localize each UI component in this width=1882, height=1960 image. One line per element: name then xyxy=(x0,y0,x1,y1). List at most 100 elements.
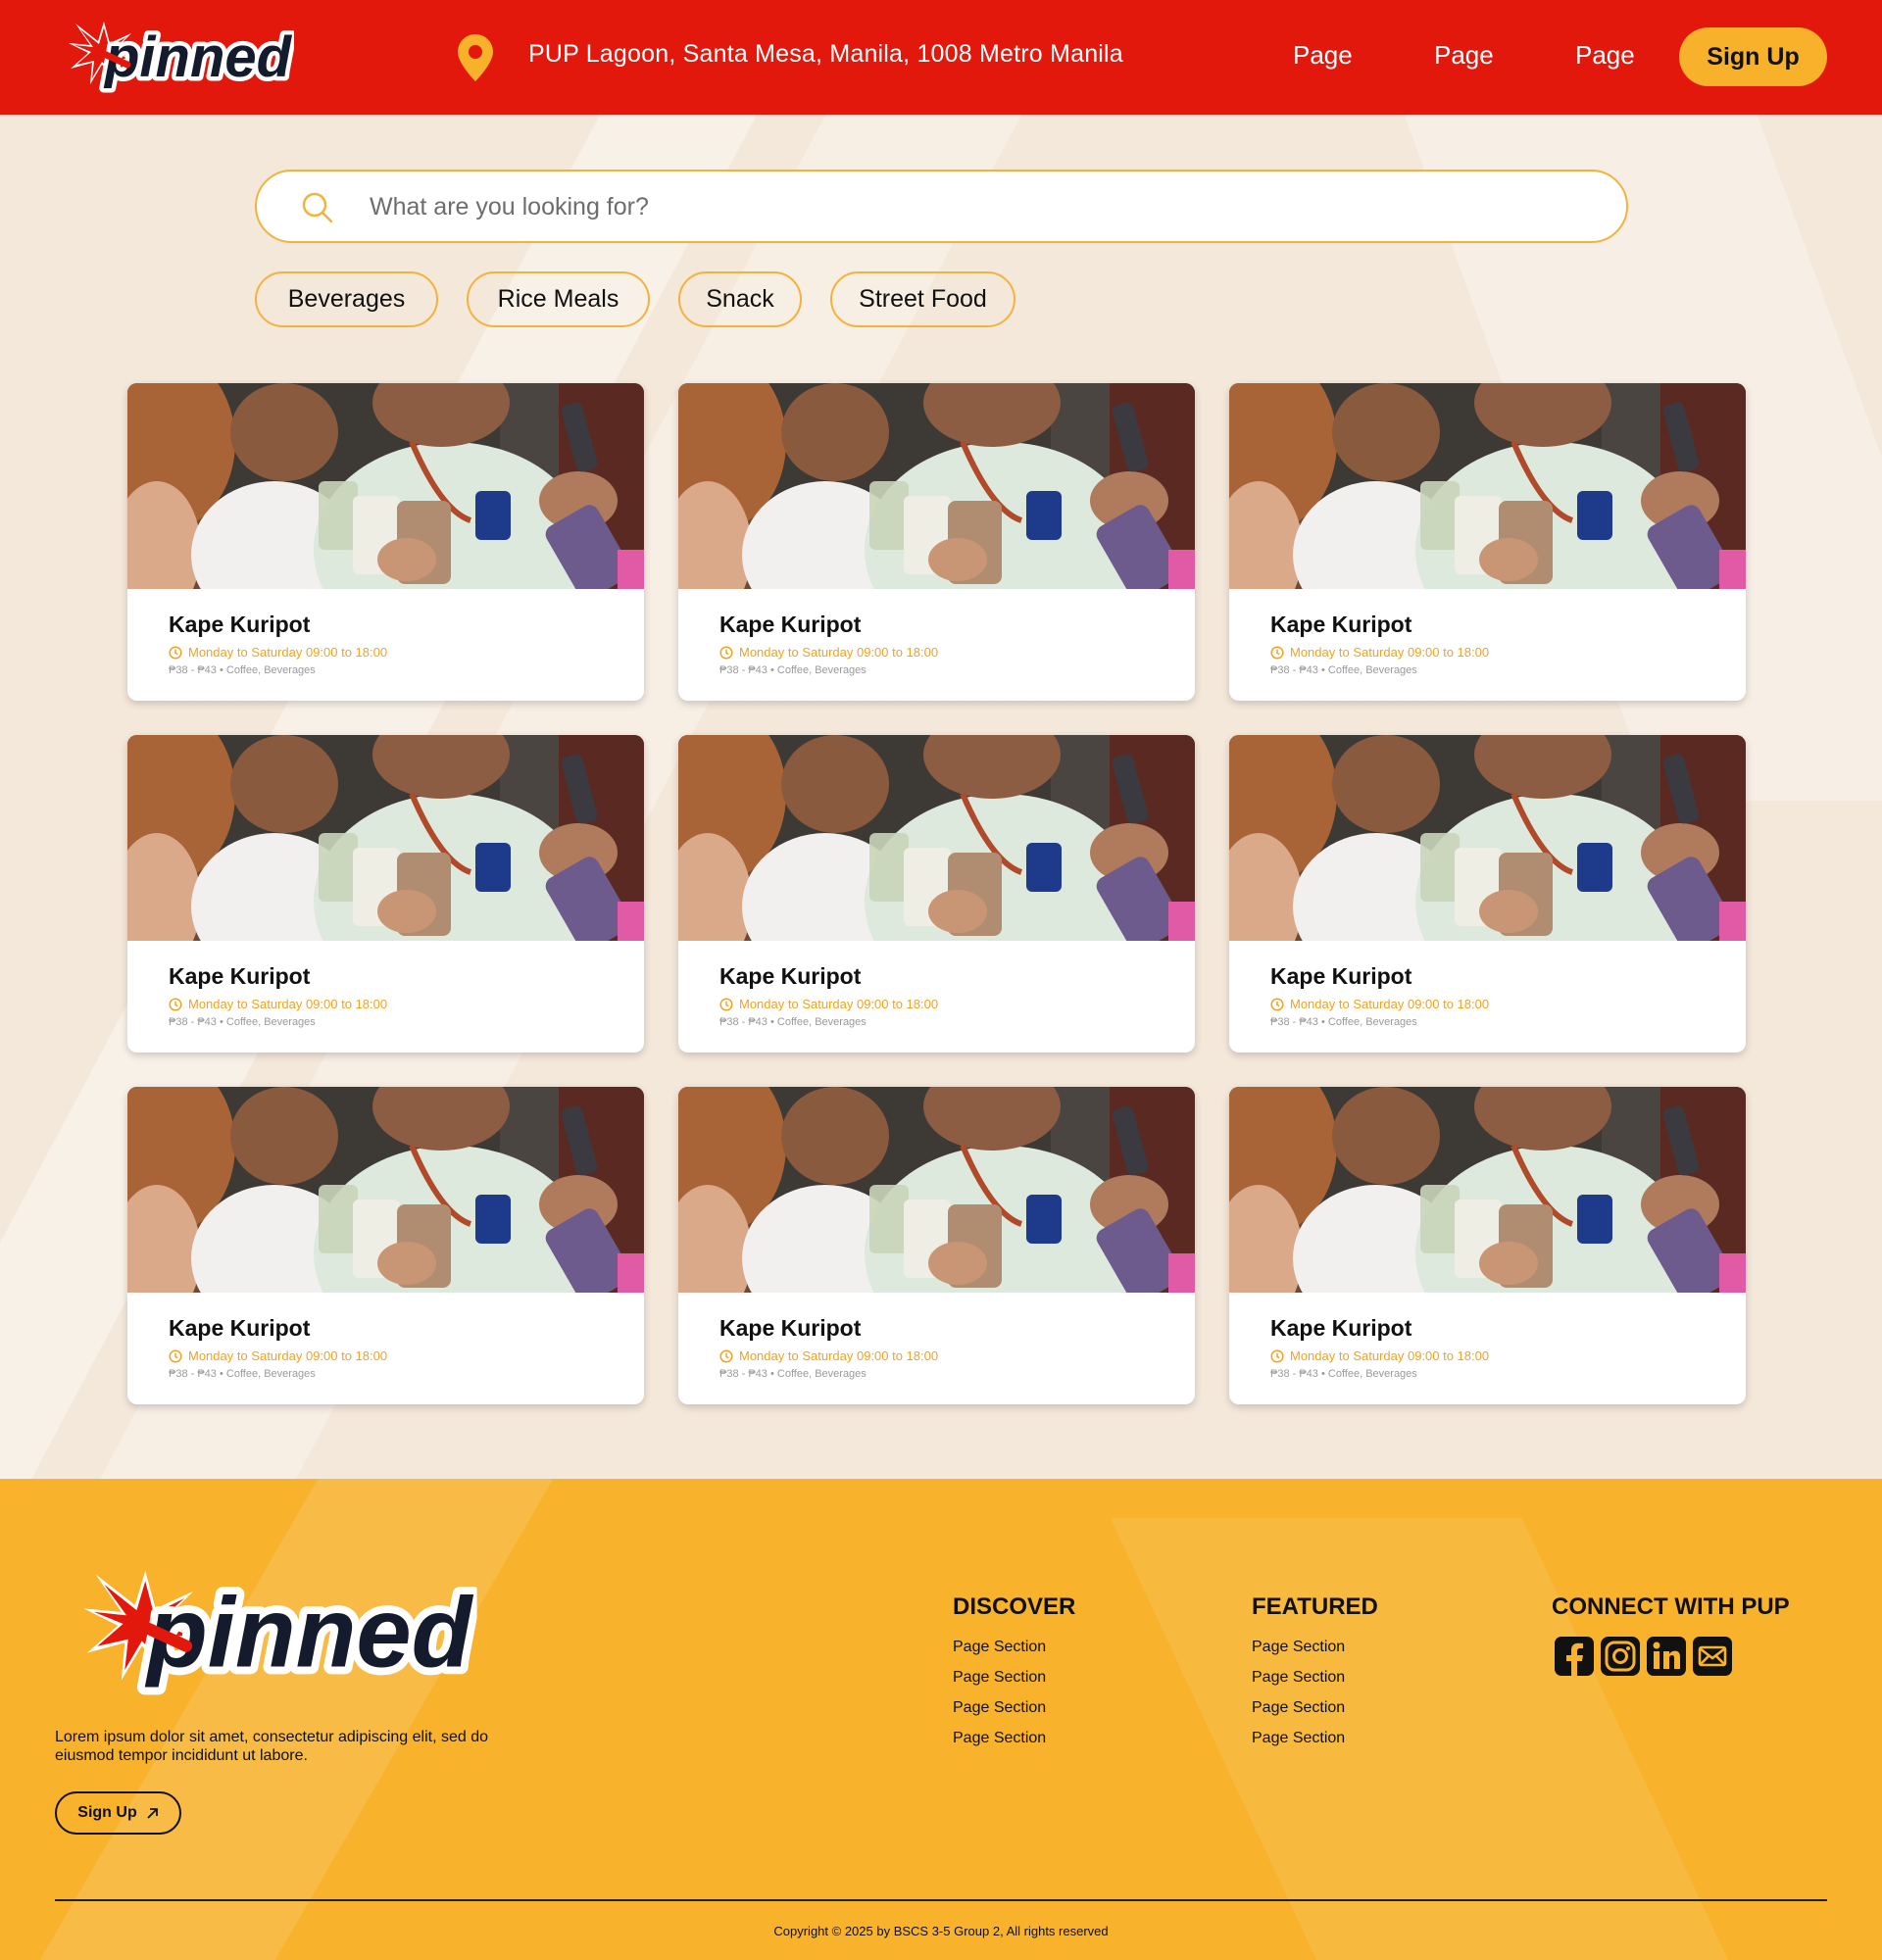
store-photo xyxy=(1229,735,1746,941)
store-photo xyxy=(127,735,644,941)
store-hours-text: Monday to Saturday 09:00 to 18:00 xyxy=(188,645,388,660)
store-price-tags: ₱38 - ₱43 • Coffee, Beverages xyxy=(1270,664,1417,676)
store-name: Kape Kuripot xyxy=(169,963,311,989)
store-hours: Monday to Saturday 09:00 to 18:00 xyxy=(1270,1348,1489,1363)
store-hours: Monday to Saturday 09:00 to 18:00 xyxy=(169,997,387,1011)
store-hours: Monday to Saturday 09:00 to 18:00 xyxy=(1270,997,1489,1011)
location-pin-icon xyxy=(458,34,493,81)
discover-link[interactable]: Page Section xyxy=(953,1699,1046,1717)
copyright-text: Copyright © 2025 by BSCS 3-5 Group 2, Al… xyxy=(773,1924,1109,1938)
discover-link[interactable]: Page Section xyxy=(953,1639,1046,1656)
search-bar[interactable] xyxy=(255,170,1628,243)
store-name: Kape Kuripot xyxy=(169,1315,311,1341)
footer-signup-label: Sign Up xyxy=(77,1804,137,1821)
discover-heading: DISCOVER xyxy=(953,1593,1076,1620)
linkedin-icon[interactable] xyxy=(1646,1636,1687,1677)
instagram-icon[interactable] xyxy=(1600,1636,1641,1677)
clock-icon xyxy=(1270,997,1284,1011)
discover-link[interactable]: Page Section xyxy=(953,1730,1046,1747)
footer-signup-button[interactable]: Sign Up xyxy=(55,1791,181,1835)
store-photo xyxy=(127,383,644,589)
clock-icon xyxy=(169,1348,182,1363)
store-price-tags: ₱38 - ₱43 • Coffee, Beverages xyxy=(719,1016,867,1028)
store-photo xyxy=(678,383,1195,589)
arrow-up-right-icon xyxy=(147,1807,158,1819)
store-card[interactable]: Kape Kuripot Monday to Saturday 09:00 to… xyxy=(678,735,1195,1053)
store-price-tags: ₱38 - ₱43 • Coffee, Beverages xyxy=(169,1016,316,1028)
search-input[interactable] xyxy=(370,183,1585,230)
store-name: Kape Kuripot xyxy=(719,963,862,989)
store-price-tags: ₱38 - ₱43 • Coffee, Beverages xyxy=(719,1368,867,1380)
store-name: Kape Kuripot xyxy=(1270,612,1412,637)
pinned-logo[interactable] xyxy=(69,14,294,98)
search-icon xyxy=(302,192,333,223)
clock-icon xyxy=(169,997,182,1011)
store-name: Kape Kuripot xyxy=(719,612,862,637)
store-card[interactable]: Kape Kuripot Monday to Saturday 09:00 to… xyxy=(127,1087,644,1404)
store-photo xyxy=(1229,1087,1746,1293)
store-card[interactable]: Kape Kuripot Monday to Saturday 09:00 to… xyxy=(1229,1087,1746,1404)
store-card[interactable]: Kape Kuripot Monday to Saturday 09:00 to… xyxy=(127,383,644,701)
store-photo xyxy=(678,735,1195,941)
clock-icon xyxy=(719,1348,733,1363)
site-footer: Lorem ipsum dolor sit amet, consectetur … xyxy=(0,1479,1882,1960)
featured-heading: FEATURED xyxy=(1252,1593,1378,1620)
store-hours-text: Monday to Saturday 09:00 to 18:00 xyxy=(739,997,939,1011)
store-hours-text: Monday to Saturday 09:00 to 18:00 xyxy=(1290,645,1490,660)
category-chip-snack[interactable]: Snack xyxy=(678,271,802,327)
store-price-tags: ₱38 - ₱43 • Coffee, Beverages xyxy=(1270,1368,1417,1380)
store-name: Kape Kuripot xyxy=(169,612,311,637)
store-hours: Monday to Saturday 09:00 to 18:00 xyxy=(719,997,938,1011)
store-photo xyxy=(1229,383,1746,589)
store-card[interactable]: Kape Kuripot Monday to Saturday 09:00 to… xyxy=(1229,735,1746,1053)
pinned-logo[interactable] xyxy=(80,1557,480,1704)
store-name: Kape Kuripot xyxy=(1270,1315,1412,1341)
clock-icon xyxy=(1270,645,1284,660)
store-hours-text: Monday to Saturday 09:00 to 18:00 xyxy=(739,645,939,660)
store-name: Kape Kuripot xyxy=(719,1315,862,1341)
signup-button[interactable]: Sign Up xyxy=(1679,27,1827,86)
store-card[interactable]: Kape Kuripot Monday to Saturday 09:00 to… xyxy=(678,1087,1195,1404)
store-hours-text: Monday to Saturday 09:00 to 18:00 xyxy=(739,1348,939,1363)
featured-link[interactable]: Page Section xyxy=(1252,1730,1345,1747)
featured-link[interactable]: Page Section xyxy=(1252,1639,1345,1656)
footer-decoration xyxy=(1110,1518,1733,1960)
mail-icon[interactable] xyxy=(1692,1636,1733,1677)
store-hours: Monday to Saturday 09:00 to 18:00 xyxy=(169,645,387,660)
footer-description: Lorem ipsum dolor sit amet, consectetur … xyxy=(55,1729,488,1764)
nav-link-page-3[interactable]: Page xyxy=(1575,40,1635,71)
featured-link[interactable]: Page Section xyxy=(1252,1669,1345,1687)
store-hours: Monday to Saturday 09:00 to 18:00 xyxy=(719,1348,938,1363)
discover-link[interactable]: Page Section xyxy=(953,1669,1046,1687)
store-card[interactable]: Kape Kuripot Monday to Saturday 09:00 to… xyxy=(127,735,644,1053)
store-name: Kape Kuripot xyxy=(1270,963,1412,989)
store-price-tags: ₱38 - ₱43 • Coffee, Beverages xyxy=(169,664,316,676)
facebook-icon[interactable] xyxy=(1554,1636,1595,1677)
store-photo xyxy=(678,1087,1195,1293)
nav-link-page-2[interactable]: Page xyxy=(1434,40,1494,71)
top-navbar: PUP Lagoon, Santa Mesa, Manila, 1008 Met… xyxy=(0,0,1882,115)
store-hours-text: Monday to Saturday 09:00 to 18:00 xyxy=(1290,1348,1490,1363)
store-hours-text: Monday to Saturday 09:00 to 18:00 xyxy=(188,997,388,1011)
store-hours: Monday to Saturday 09:00 to 18:00 xyxy=(169,1348,387,1363)
store-price-tags: ₱38 - ₱43 • Coffee, Beverages xyxy=(169,1368,316,1380)
current-location[interactable]: PUP Lagoon, Santa Mesa, Manila, 1008 Met… xyxy=(528,40,1123,69)
store-price-tags: ₱38 - ₱43 • Coffee, Beverages xyxy=(1270,1016,1417,1028)
store-photo xyxy=(127,1087,644,1293)
store-price-tags: ₱38 - ₱43 • Coffee, Beverages xyxy=(719,664,867,676)
clock-icon xyxy=(169,645,182,660)
footer-divider xyxy=(55,1899,1827,1901)
category-chip-street-food[interactable]: Street Food xyxy=(830,271,1015,327)
featured-link[interactable]: Page Section xyxy=(1252,1699,1345,1717)
category-chip-beverages[interactable]: Beverages xyxy=(255,271,438,327)
footer-decoration xyxy=(34,1479,554,1960)
connect-heading: CONNECT WITH PUP xyxy=(1552,1593,1790,1620)
store-hours: Monday to Saturday 09:00 to 18:00 xyxy=(719,645,938,660)
store-card[interactable]: Kape Kuripot Monday to Saturday 09:00 to… xyxy=(1229,383,1746,701)
store-hours: Monday to Saturday 09:00 to 18:00 xyxy=(1270,645,1489,660)
clock-icon xyxy=(719,997,733,1011)
nav-link-page-1[interactable]: Page xyxy=(1293,40,1353,71)
store-hours-text: Monday to Saturday 09:00 to 18:00 xyxy=(1290,997,1490,1011)
store-card[interactable]: Kape Kuripot Monday to Saturday 09:00 to… xyxy=(678,383,1195,701)
category-chip-rice-meals[interactable]: Rice Meals xyxy=(467,271,650,327)
